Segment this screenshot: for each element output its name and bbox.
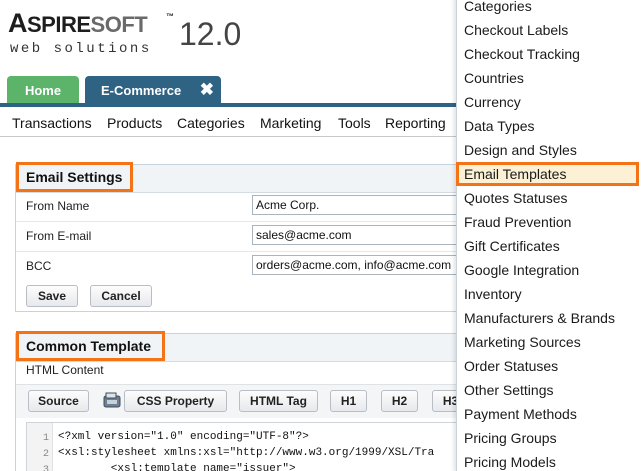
logo-version: 12.0	[179, 16, 242, 52]
dropdown-item-other-settings[interactable]: Other Settings	[464, 382, 554, 398]
logo-trademark: ™	[166, 12, 174, 21]
dropdown-item-checkout-tracking[interactable]: Checkout Tracking	[464, 46, 580, 62]
dropdown-item-order-statuses[interactable]: Order Statuses	[464, 358, 558, 374]
close-icon[interactable]: ✖	[200, 80, 214, 100]
tab-ecommerce-label: E-Commerce	[101, 83, 182, 98]
html-content-label: HTML Content	[26, 363, 104, 377]
from-name-label: From Name	[26, 199, 90, 213]
dropdown-item-fraud-prevention[interactable]: Fraud Prevention	[464, 214, 571, 230]
dropdown-item-email-templates[interactable]: Email Templates	[464, 166, 566, 182]
dropdown-item-pricing-models[interactable]: Pricing Models	[464, 454, 556, 470]
h2-button[interactable]: H2	[381, 390, 418, 412]
code-line: <xsl:stylesheet xmlns:xsl="http://www.w3…	[58, 447, 435, 459]
code-line: <xsl:template name="issuer">	[58, 463, 296, 471]
save-button[interactable]: Save	[26, 285, 78, 307]
dropdown-item-currency[interactable]: Currency	[464, 94, 521, 110]
code-editor[interactable]: 1 <?xml version="1.0" encoding="UTF-8"?>…	[26, 422, 466, 471]
dropdown-item-quotes-statuses[interactable]: Quotes Statuses	[464, 190, 568, 206]
html-tag-button[interactable]: HTML Tag	[239, 390, 318, 412]
aspiresoft-logo: ASPIRESOFT ™ 12.0 web solutions	[8, 6, 248, 62]
dropdown-item-countries[interactable]: Countries	[464, 70, 524, 86]
submenu-marketing[interactable]: Marketing	[260, 115, 321, 131]
dropdown-item-manufacturers-and-brands[interactable]: Manufacturers & Brands	[464, 310, 615, 326]
dropdown-item-marketing-sources[interactable]: Marketing Sources	[464, 334, 581, 350]
tab-home[interactable]: Home	[7, 76, 79, 104]
common-template-title: Common Template	[16, 331, 165, 361]
email-settings-title: Email Settings	[16, 162, 133, 192]
line-number: 3	[42, 465, 49, 471]
dropdown-item-pricing-groups[interactable]: Pricing Groups	[464, 430, 557, 446]
logo-wordmark: ASPIRESOFT	[8, 8, 148, 38]
submenu-reporting[interactable]: Reporting	[385, 115, 446, 131]
dropdown-item-data-types[interactable]: Data Types	[464, 118, 535, 134]
bcc-label: BCC	[26, 259, 52, 273]
cancel-button[interactable]: Cancel	[90, 285, 152, 307]
dropdown-item-google-integration[interactable]: Google Integration	[464, 262, 579, 278]
dropdown-item-categories[interactable]: Categories	[464, 0, 532, 14]
css-property-icon[interactable]	[103, 392, 121, 409]
tab-ecommerce[interactable]: E-Commerce ✖	[85, 76, 221, 104]
submenu-products[interactable]: Products	[107, 115, 162, 131]
dropdown-item-inventory[interactable]: Inventory	[464, 286, 522, 302]
logo-tagline: web solutions	[10, 41, 152, 57]
dropdown-item-payment-methods[interactable]: Payment Methods	[464, 406, 577, 422]
submenu-categories[interactable]: Categories	[177, 115, 245, 131]
from-email-label: From E-mail	[26, 229, 92, 243]
dropdown-item-checkout-labels[interactable]: Checkout Labels	[464, 22, 568, 38]
source-button[interactable]: Source	[28, 390, 89, 412]
line-gutter	[27, 423, 53, 471]
code-line: <?xml version="1.0" encoding="UTF-8"?>	[58, 431, 309, 443]
dropdown-item-design-and-styles[interactable]: Design and Styles	[464, 142, 577, 158]
line-number: 2	[42, 449, 49, 460]
submenu-transactions[interactable]: Transactions	[12, 115, 92, 131]
css-property-button[interactable]: CSS Property	[124, 390, 227, 412]
line-number: 1	[42, 433, 49, 444]
dropdown-item-gift-certificates[interactable]: Gift Certificates	[464, 238, 560, 254]
submenu-tools[interactable]: Tools	[338, 115, 371, 131]
h1-button[interactable]: H1	[330, 390, 367, 412]
